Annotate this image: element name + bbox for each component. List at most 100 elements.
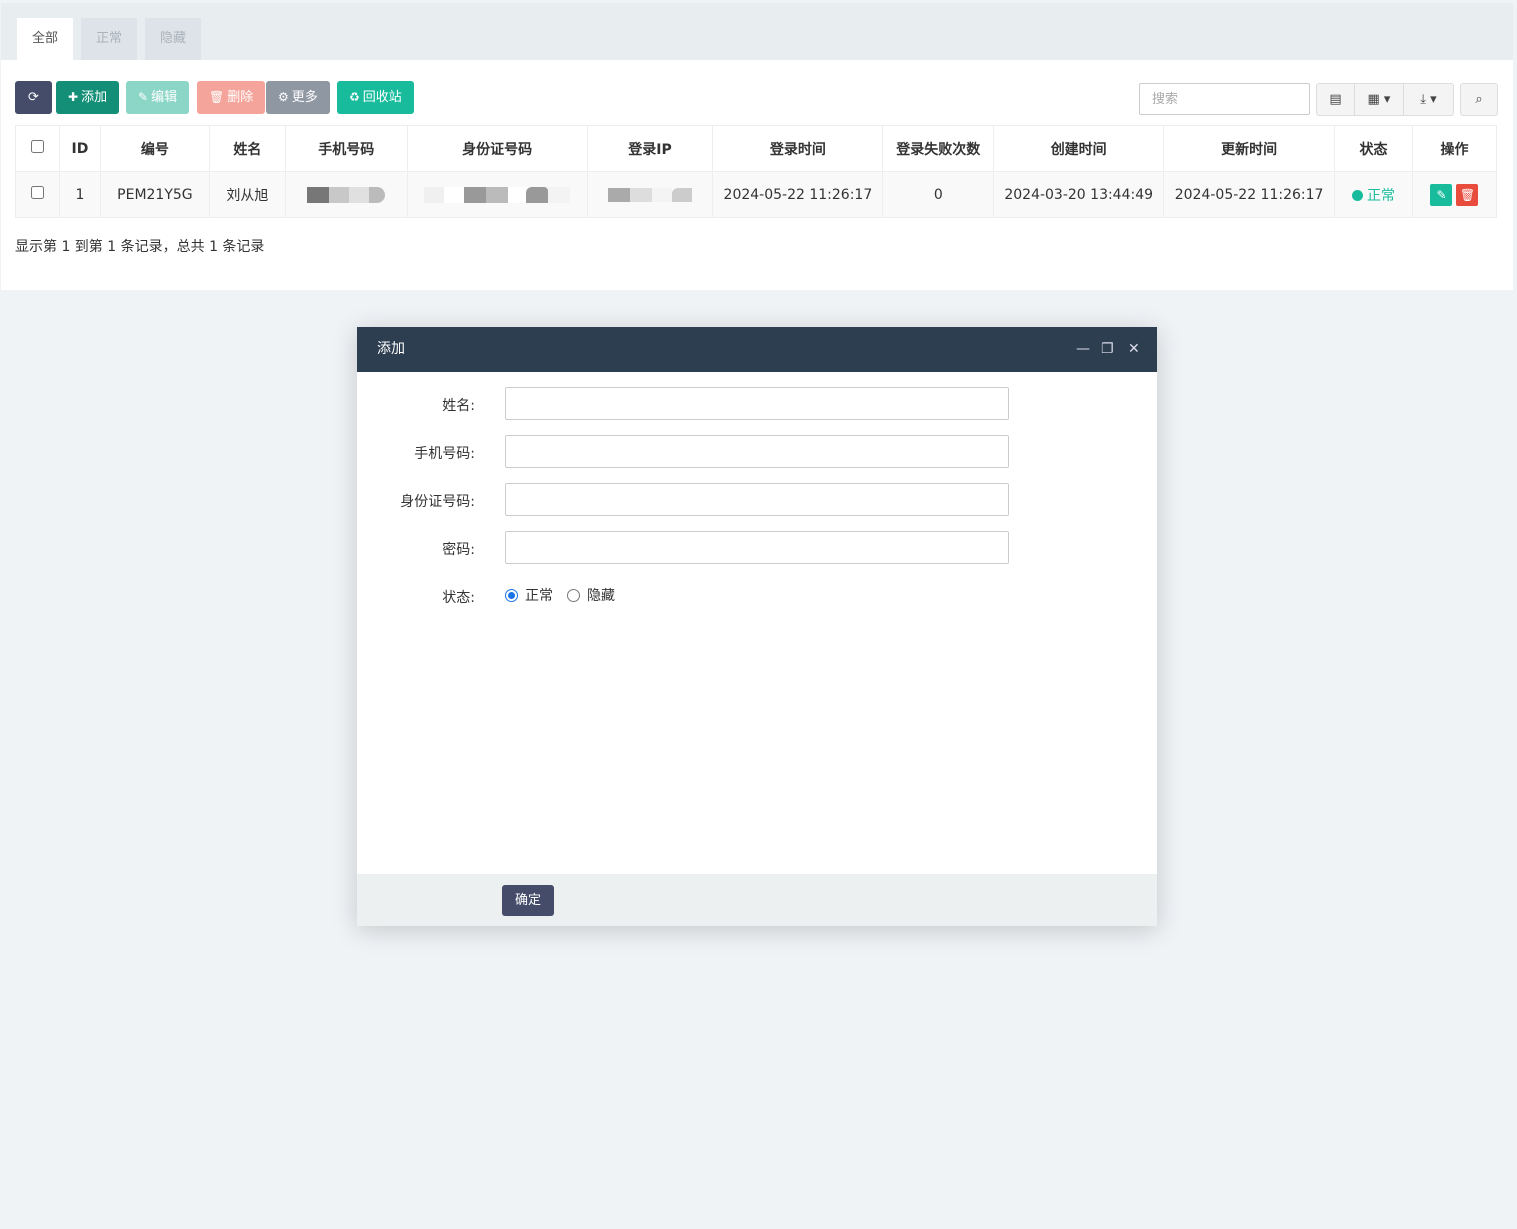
gear-icon: ⚙ [278,90,289,104]
name-field[interactable] [505,387,1009,420]
add-dialog: 添加 — ❐ ✕ 姓名: 手机号码: 身份证号码: 密码: 状态: 正常 隐藏 … [357,327,1157,926]
status-badge: 正常 [1352,188,1395,204]
cell-code: PEM21Y5G [99,171,210,218]
maximize-icon[interactable]: ❐ [1101,327,1114,372]
select-all-checkbox[interactable] [30,140,44,153]
phone-label: 手机号码: [414,446,475,462]
redaction-block [349,186,370,203]
redaction-block [486,186,509,203]
status-text: 正常 [1367,187,1395,204]
delete-button[interactable]: 🗑 删除 [197,81,266,114]
cell-actions: ✎ 🗑 [1411,171,1498,218]
form-row-phone: 手机号码: [357,435,1157,468]
confirm-button[interactable]: 确定 [502,885,555,916]
col-code[interactable]: 编号 [99,125,210,172]
form-row-status: 状态: 正常 隐藏 [357,579,1157,612]
cell-login-time: 2024-05-22 11:26:17 [712,171,884,218]
row-edit-button[interactable]: ✎ [1430,183,1453,206]
edit-label: 编辑 [151,90,178,105]
redaction-block [464,186,487,203]
search-tools: ⌕ [1460,83,1498,116]
export-button[interactable]: ⤓ ▾ [1404,84,1453,115]
columns-button[interactable]: ▦ ▾ [1355,84,1404,115]
col-phone[interactable]: 手机号码 [284,125,408,172]
col-idcard[interactable]: 身份证号码 [406,125,588,172]
col-status[interactable]: 状态 [1334,125,1413,172]
cell-idcard-masked [406,171,588,218]
status-hidden-label[interactable]: 隐藏 [587,585,615,605]
status-radio-group: 正常 隐藏 [505,585,615,605]
status-hidden-radio[interactable] [567,588,580,602]
pencil-icon: ✎ [138,90,149,104]
cell-status: 正常 [1334,171,1413,218]
plus-icon: ✚ [68,90,79,104]
export-icon: ⤓ ▾ [1420,92,1437,107]
redaction-block [652,187,672,202]
col-fail-count[interactable]: 登录失败次数 [882,125,995,172]
add-button[interactable]: ✚ 添加 [56,81,120,114]
more-button[interactable]: ⚙ 更多 [266,81,330,114]
cell-ip-masked [586,171,714,218]
recycle-icon: ♻ [349,90,360,104]
password-label: 密码: [442,542,475,558]
redaction-block [424,186,445,203]
cell-id: 1 [58,171,101,218]
redaction-block [548,186,571,203]
tab-hidden[interactable]: 隐藏 [145,18,202,60]
cell-created: 2024-03-20 13:44:49 [993,171,1165,218]
form-row-idcard: 身份证号码: [357,483,1157,516]
refresh-icon: ⟳ [28,90,39,105]
cell-fail-count: 0 [882,171,995,218]
redaction-block [369,186,386,203]
row-checkbox[interactable] [30,186,44,199]
table-row: 1 PEM21Y5G 刘从旭 2024-05-22 11:26:17 0 202… [15,171,1498,218]
col-id[interactable]: ID [58,125,101,172]
col-actions: 操作 [1411,125,1498,172]
redaction-block [526,186,549,203]
col-login-time[interactable]: 登录时间 [712,125,884,172]
tab-normal[interactable]: 正常 [81,18,138,60]
status-normal-label[interactable]: 正常 [525,585,553,605]
search-input[interactable] [1139,83,1310,115]
form-row-name: 姓名: [357,387,1157,420]
grid-icon: ▦ ▾ [1367,92,1391,107]
recycle-bin-button[interactable]: ♻ 回收站 [337,81,414,114]
status-label: 状态: [442,590,475,606]
view-tools: ▤ ▦ ▾ ⤓ ▾ [1316,83,1454,116]
status-dot-icon [1352,189,1363,201]
name-label: 姓名: [442,398,475,414]
minimize-icon[interactable]: — [1076,327,1090,372]
idcard-field[interactable] [505,483,1009,516]
redaction-block [307,186,330,203]
col-created[interactable]: 创建时间 [993,125,1165,172]
close-icon[interactable]: ✕ [1128,327,1140,372]
row-delete-button[interactable]: 🗑 [1456,183,1479,206]
redaction-block [630,187,652,202]
advanced-search-button[interactable]: ⌕ [1461,84,1497,115]
toggle-view-button[interactable]: ▤ [1317,84,1355,115]
data-table: ID 编号 姓名 手机号码 身份证号码 登录IP 登录时间 登录失败次数 创建时… [15,125,1498,218]
refresh-button[interactable]: ⟳ [15,81,52,114]
phone-field[interactable] [505,435,1009,468]
cell-name: 刘从旭 [208,171,286,218]
status-tabs: 全部 正常 隐藏 [1,3,1513,60]
redaction-block [672,187,692,202]
pagination-info: 显示第 1 到第 1 条记录，总共 1 条记录 [15,239,265,255]
row-select-cell [15,171,60,218]
list-icon: ▤ [1329,92,1342,107]
col-updated[interactable]: 更新时间 [1163,125,1336,172]
dialog-title: 添加 [377,341,405,357]
dialog-header: 添加 — ❐ ✕ [357,327,1157,372]
cell-phone-masked [284,171,408,218]
col-ip[interactable]: 登录IP [586,125,714,172]
status-normal-radio[interactable] [505,588,518,602]
redaction-block [329,186,350,203]
recycle-label: 回收站 [362,90,402,105]
redaction-block [444,186,465,203]
idcard-label: 身份证号码: [400,494,475,510]
password-field[interactable] [505,531,1009,564]
col-name[interactable]: 姓名 [208,125,286,172]
tab-all[interactable]: 全部 [17,18,74,60]
cell-updated: 2024-05-22 11:26:17 [1163,171,1336,218]
edit-button[interactable]: ✎ 编辑 [126,81,190,114]
